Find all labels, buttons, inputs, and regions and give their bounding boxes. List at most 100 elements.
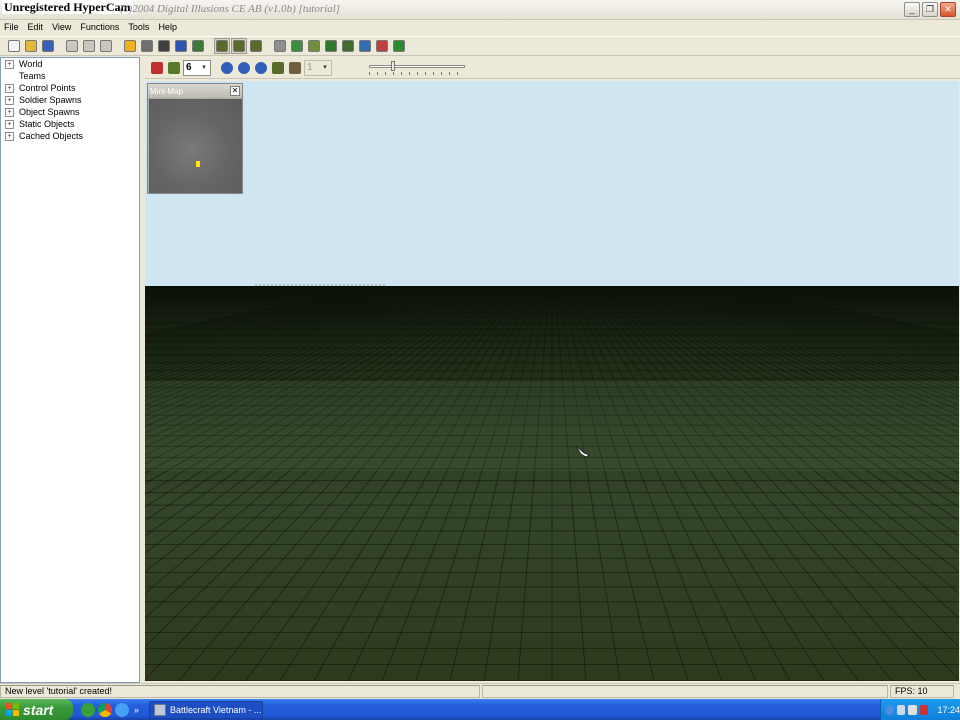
expand-icon[interactable]: + — [5, 119, 14, 129]
target-button[interactable] — [374, 38, 390, 54]
cut-button[interactable] — [64, 38, 80, 54]
fps-readout: FPS: 10 — [890, 685, 954, 698]
light-button[interactable] — [122, 38, 138, 54]
minimap-window[interactable]: Mini-Map ✕ — [147, 83, 243, 194]
taskbar-item-battlecraft[interactable]: Battlecraft Vietnam - ... — [149, 700, 264, 719]
volume-icon[interactable] — [908, 704, 917, 715]
slider-ticks — [369, 71, 465, 75]
tree-item-teams[interactable]: Teams — [1, 70, 139, 82]
quicklaunch-more-icon[interactable]: » — [134, 705, 139, 715]
tray-arrow-icon[interactable] — [885, 704, 894, 715]
tank-select-icon — [233, 40, 245, 52]
close-button[interactable]: ✕ — [940, 2, 956, 17]
soldier-tool-button[interactable] — [219, 60, 235, 76]
tree-item-label: Static Objects — [19, 119, 75, 129]
tree-button[interactable] — [323, 38, 339, 54]
show-desktop-icon[interactable] — [81, 702, 95, 717]
internet-explorer-icon[interactable] — [115, 702, 129, 717]
menu-view[interactable]: View — [48, 20, 76, 36]
brush-size-select[interactable]: 6 ▾ — [183, 59, 211, 76]
expand-icon[interactable]: + — [5, 131, 14, 141]
chevron-down-icon: ▾ — [202, 63, 206, 71]
grid-toggle-button[interactable] — [306, 38, 322, 54]
network-icon[interactable] — [896, 704, 906, 715]
status-message: New level 'tutorial' created! — [0, 685, 480, 698]
frame-button[interactable] — [139, 38, 155, 54]
window-controls: _ ❐ ✕ — [904, 2, 956, 17]
copy-button[interactable] — [81, 38, 97, 54]
save-icon — [42, 40, 54, 52]
maximize-button[interactable]: ❐ — [922, 2, 938, 17]
globe-button[interactable] — [357, 38, 373, 54]
expand-icon[interactable]: + — [5, 95, 14, 105]
expand-icon[interactable]: + — [5, 107, 14, 117]
tree-item-object-spawns[interactable]: + Object Spawns — [1, 106, 139, 118]
grid-toggle-icon — [308, 40, 320, 52]
camera-button[interactable] — [173, 38, 189, 54]
paste-icon — [100, 40, 112, 52]
binoculars-button[interactable] — [156, 38, 172, 54]
soldier-select-button[interactable] — [236, 60, 252, 76]
minimap-map[interactable] — [149, 99, 242, 193]
tree-item-control-points[interactable]: + Control Points — [1, 82, 139, 94]
title-bar[interactable]: Unregistered HyperCam (c)2004 Digital Il… — [0, 0, 960, 20]
chrome-icon[interactable] — [98, 702, 112, 717]
tree-item-static-objects[interactable]: + Static Objects — [1, 118, 139, 130]
menu-functions[interactable]: Functions — [76, 20, 124, 36]
security-icon[interactable] — [919, 704, 929, 715]
taskbar-item-label: Battlecraft Vietnam - ... — [170, 704, 262, 715]
shield-icon — [393, 40, 405, 52]
new-button[interactable] — [6, 38, 22, 54]
mesh-icon — [274, 40, 286, 52]
editor-toolbar: 6 ▾ 1 ▾ — [145, 57, 960, 79]
chevron-down-icon: ▾ — [323, 63, 327, 71]
start-button[interactable]: start — [0, 699, 73, 720]
tank-place-icon — [250, 40, 262, 52]
minimap-close-button[interactable]: ✕ — [230, 86, 240, 96]
window-title: (c)2004 Digital Illusions CE AB (v1.0b) … — [120, 3, 341, 15]
tank-button[interactable] — [214, 38, 230, 54]
open-button[interactable] — [23, 38, 39, 54]
ruler-tool-button[interactable] — [287, 60, 303, 76]
tree-item-soldier-spawns[interactable]: + Soldier Spawns — [1, 94, 139, 106]
grid-button[interactable] — [190, 38, 206, 54]
save-button[interactable] — [40, 38, 56, 54]
menu-tools[interactable]: Tools — [124, 20, 154, 36]
tank-select-button[interactable] — [231, 38, 247, 54]
tank-place-button[interactable] — [248, 38, 264, 54]
layer-select[interactable]: 1 ▾ — [304, 59, 332, 76]
tree-item-world[interactable]: + World — [1, 58, 139, 70]
slider-thumb[interactable] — [391, 60, 395, 71]
minimap-titlebar[interactable]: Mini-Map ✕ — [148, 84, 242, 98]
mesh-button[interactable] — [272, 38, 288, 54]
hypercam-watermark: Unregistered HyperCam — [2, 0, 133, 14]
windows-logo-icon — [6, 703, 19, 716]
tree-item-label: Soldier Spawns — [19, 95, 82, 105]
expand-icon[interactable]: + — [5, 59, 14, 69]
3d-viewport[interactable]: Mini-Map ✕ — [145, 81, 959, 681]
map-button[interactable] — [340, 38, 356, 54]
tree-item-label: Teams — [19, 71, 46, 81]
minimize-button[interactable]: _ — [904, 2, 920, 17]
terrain-raise-button[interactable] — [166, 60, 182, 76]
globe-icon — [359, 40, 371, 52]
shield-button[interactable] — [391, 38, 407, 54]
flag-icon — [151, 61, 163, 74]
paste-button[interactable] — [98, 38, 114, 54]
menu-help[interactable]: Help — [154, 20, 182, 36]
tree-item-cached-objects[interactable]: + Cached Objects — [1, 130, 139, 142]
status-bar: New level 'tutorial' created! FPS: 10 — [0, 683, 960, 699]
map-icon — [342, 40, 354, 52]
soldier-place-button[interactable] — [253, 60, 269, 76]
zoom-slider[interactable] — [369, 60, 465, 76]
menu-file[interactable]: File — [0, 20, 24, 36]
terrain-grid — [145, 286, 959, 681]
object-tree-panel[interactable]: + World Teams + Control Points + Soldier Spawn… — [0, 57, 140, 683]
vehicle-tool-button[interactable] — [270, 60, 286, 76]
open-icon — [25, 40, 37, 52]
layer-value: 1 — [307, 62, 313, 73]
terrain-button[interactable] — [289, 38, 305, 54]
expand-icon[interactable]: + — [5, 83, 14, 93]
menu-edit[interactable]: Edit — [24, 20, 49, 36]
flag-tool-button[interactable] — [149, 60, 165, 76]
